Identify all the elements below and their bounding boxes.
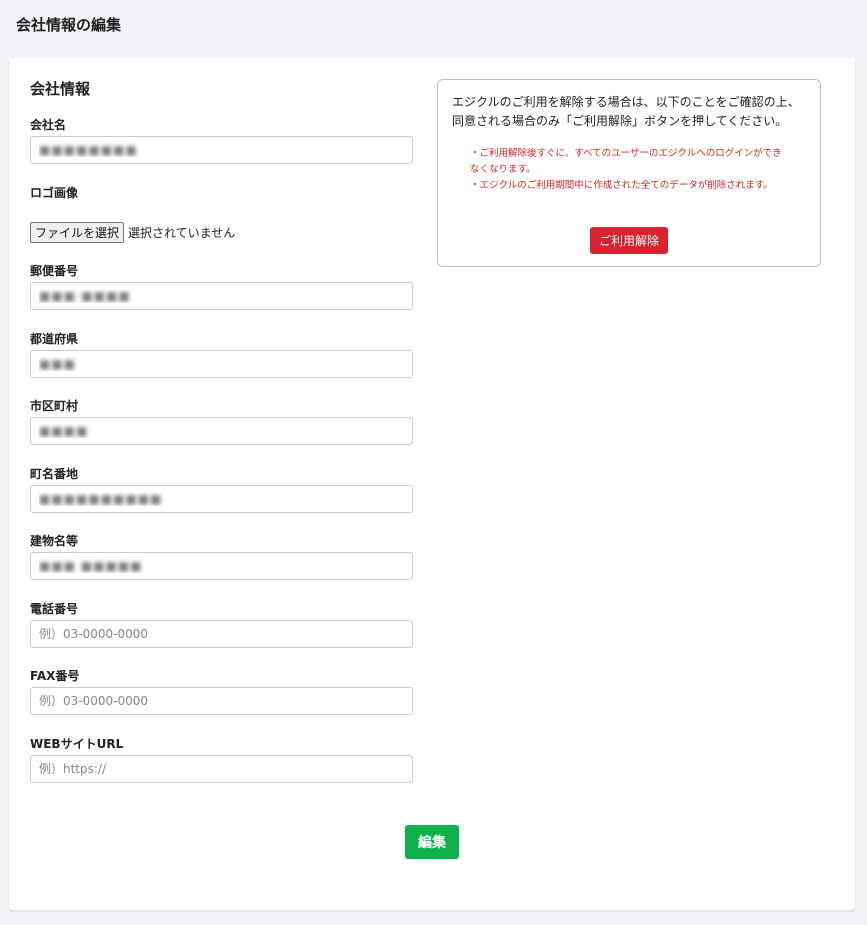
cancel-service-button[interactable]: ご利用解除 — [590, 227, 668, 254]
company-name-input[interactable] — [30, 136, 413, 164]
company-info-card: 会社情報 会社名 ロゴ画像 ファイルを選択 選択されていません 郵便番号 都道府… — [9, 58, 855, 910]
fax-input[interactable] — [30, 687, 413, 715]
file-status-text: 選択されていません — [128, 225, 236, 240]
website-label: WEBサイトURL — [30, 737, 124, 751]
notice-text: エジクルのご利用を解除する場合は、以下のことをご確認の上、同意される場合のみ「ご… — [452, 95, 800, 128]
cancel-service-notice: エジクルのご利用を解除する場合は、以下のことをご確認の上、同意される場合のみ「ご… — [437, 79, 821, 267]
phone-label: 電話番号 — [30, 602, 79, 616]
page-title: 会社情報の編集 — [16, 16, 122, 34]
street-input[interactable] — [30, 485, 413, 513]
edit-submit-button[interactable]: 編集 — [405, 825, 459, 859]
notice-warning-2: ・エジクルのご利用期間中に作成された全てのデータが削除されます。 — [470, 180, 773, 191]
postal-code-input[interactable] — [30, 282, 413, 310]
building-label: 建物名等 — [30, 534, 79, 548]
choose-file-button[interactable]: ファイルを選択 — [30, 221, 125, 243]
street-label: 町名番地 — [30, 467, 79, 481]
prefecture-label: 都道府県 — [30, 332, 79, 346]
city-label: 市区町村 — [30, 399, 79, 413]
phone-input[interactable] — [30, 620, 413, 648]
fax-label: FAX番号 — [30, 669, 80, 683]
logo-file-picker: ファイルを選択 選択されていません — [30, 221, 235, 243]
building-input[interactable] — [30, 552, 413, 580]
city-input[interactable] — [30, 417, 413, 445]
section-title: 会社情報 — [30, 80, 91, 98]
postal-code-label: 郵便番号 — [30, 264, 79, 278]
company-name-label: 会社名 — [30, 118, 67, 132]
prefecture-input[interactable] — [30, 350, 413, 378]
notice-warning-1: ・ご利用解除後すぐに、すべてのユーザーのエジクルへのログインができなくなります。 — [470, 148, 782, 175]
logo-label: ロゴ画像 — [30, 186, 79, 200]
website-input[interactable] — [30, 755, 413, 783]
